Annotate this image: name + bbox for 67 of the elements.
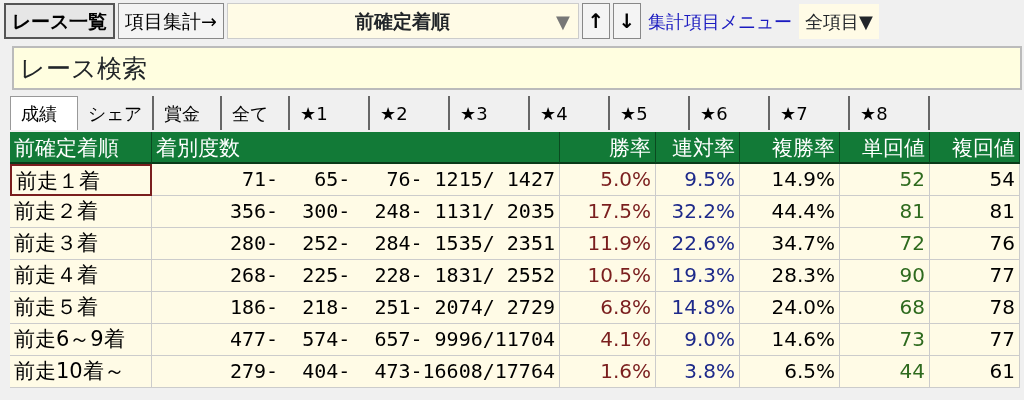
table-cell[interactable]: 前走５着 [10, 292, 152, 324]
table-cell: 34.7% [740, 228, 840, 260]
column-header: 前確定着順 [10, 132, 152, 164]
table-cell: 52 [840, 164, 930, 196]
table-cell: 78 [930, 292, 1020, 324]
table-cell: 28.3% [740, 260, 840, 292]
table-cell: 477- 574- 657- 9996/11704 [152, 324, 560, 356]
table-cell: 6.5% [740, 356, 840, 388]
table-cell: 9.5% [656, 164, 740, 196]
table-cell: 356- 300- 248- 1131/ 2035 [152, 196, 560, 228]
table-cell: 81 [930, 196, 1020, 228]
toolbar-button[interactable]: 項目集計→ [118, 3, 224, 39]
table-cell: 61 [930, 356, 1020, 388]
column-header: 単回値 [840, 132, 930, 164]
table-cell: 77 [930, 260, 1020, 292]
table-cell: 14.9% [740, 164, 840, 196]
tab[interactable]: 成績 [10, 96, 78, 130]
table-cell[interactable]: 前走３着 [10, 228, 152, 260]
table-cell: 14.6% [740, 324, 840, 356]
table-cell: 72 [840, 228, 930, 260]
table-cell: 5.0% [560, 164, 656, 196]
table-cell: 81 [840, 196, 930, 228]
table-cell: 3.8% [656, 356, 740, 388]
table-cell: 280- 252- 284- 1535/ 2351 [152, 228, 560, 260]
race-search-field[interactable]: レース検索 [12, 46, 1022, 90]
column-header: 勝率 [560, 132, 656, 164]
table-cell: 19.3% [656, 260, 740, 292]
table-cell: 268- 225- 228- 1831/ 2552 [152, 260, 560, 292]
table-cell: 32.2% [656, 196, 740, 228]
table-cell: 17.5% [560, 196, 656, 228]
table-cell: 22.6% [656, 228, 740, 260]
sort-field-dropdown[interactable]: 前確定着順 ▼ [226, 3, 579, 39]
table-cell: 4.1% [560, 324, 656, 356]
table-cell: 10.5% [560, 260, 656, 292]
table-cell: 1.6% [560, 356, 656, 388]
table-cell: 44 [840, 356, 930, 388]
table-cell: 54 [930, 164, 1020, 196]
table-cell[interactable]: 前走２着 [10, 196, 152, 228]
sort-field-value: 前確定着順 [355, 8, 451, 34]
sort-button[interactable]: ↑ [581, 3, 610, 39]
table-cell: 71- 65- 76- 1215/ 1427 [152, 164, 560, 196]
table-cell: 44.4% [740, 196, 840, 228]
table-cell: 9.0% [656, 324, 740, 356]
toolbar-button[interactable]: レース一覧 [4, 3, 115, 39]
table-cell[interactable]: 前走6～9着 [10, 324, 152, 356]
column-header: 連対率 [656, 132, 740, 164]
menu-link[interactable]: 集計項目メニュー [643, 7, 796, 35]
table-cell: 11.9% [560, 228, 656, 260]
column-header: 着別度数 [152, 132, 560, 164]
dropdown-arrow[interactable]: ▼ [556, 7, 570, 35]
table-cell[interactable]: 前走４着 [10, 260, 152, 292]
table-cell: 76 [930, 228, 1020, 260]
table-cell: 6.8% [560, 292, 656, 324]
table-cell: 186- 218- 251- 2074/ 2729 [152, 292, 560, 324]
table-cell: 14.8% [656, 292, 740, 324]
sort-button[interactable]: ↓ [612, 3, 641, 39]
table-cell: 77 [930, 324, 1020, 356]
table-cell: 279- 404- 473-16608/17764 [152, 356, 560, 388]
table-cell[interactable]: 前走１着 [10, 164, 152, 196]
table-cell: 24.0% [740, 292, 840, 324]
table-cell[interactable]: 前走10着～ [10, 356, 152, 388]
all-items-dropdown[interactable]: 全項目▼ [798, 3, 879, 39]
table-cell: 68 [840, 292, 930, 324]
table-cell: 73 [840, 324, 930, 356]
column-header: 複回値 [930, 132, 1020, 164]
table-cell: 90 [840, 260, 930, 292]
column-header: 複勝率 [740, 132, 840, 164]
